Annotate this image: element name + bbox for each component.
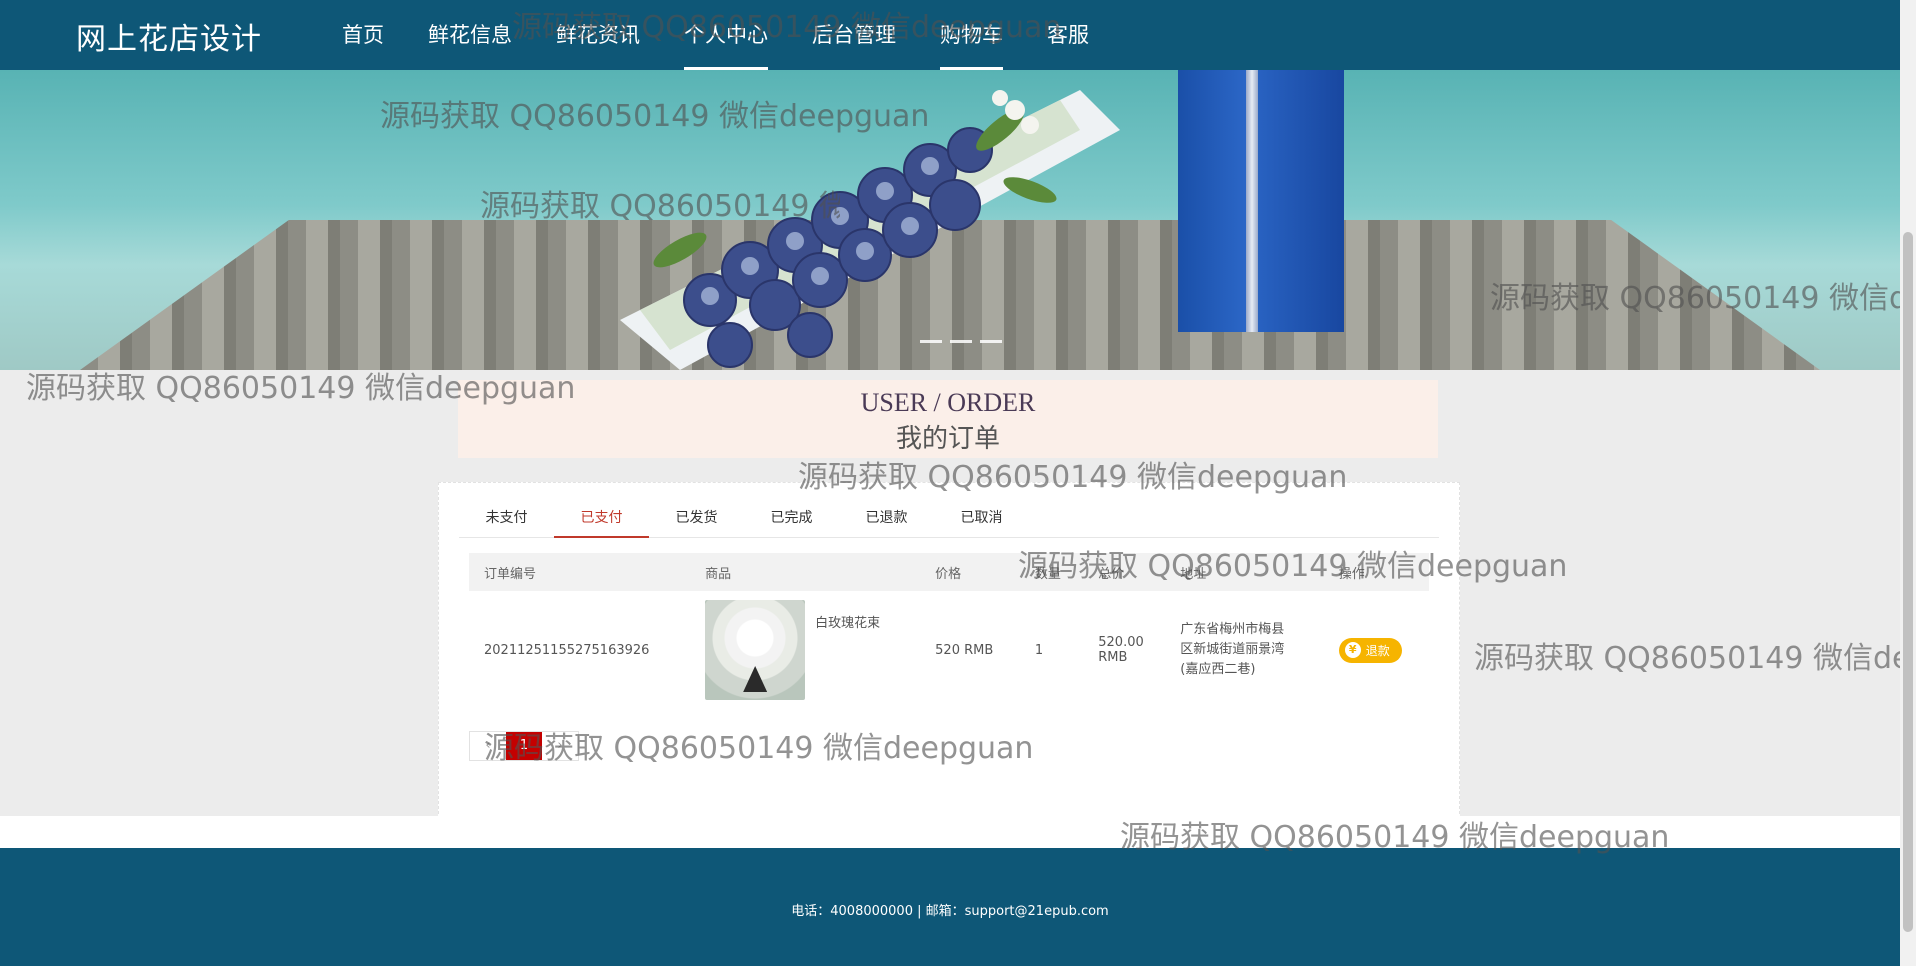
site-brand[interactable]: 网上花店设计 [76,14,262,58]
nav-user-center[interactable]: 个人中心 [662,0,790,70]
order-total-text: 520.00 RMB [1098,635,1144,665]
tab-completed[interactable]: 已完成 [744,505,839,537]
footer-contact-info: 电话：4008000000 | 邮箱：support@21epub.com [791,904,1109,919]
top-navbar: 网上花店设计 首页 鲜花信息 鲜花资讯 个人中心 后台管理 购物车 客服 [0,0,1900,70]
nav-home[interactable]: 首页 [320,0,406,70]
coin-icon: ¥ [1344,642,1361,658]
refund-button[interactable]: ¥ 退款 [1338,637,1402,663]
order-number: 20211251155275163926 [484,642,650,658]
order-total: 520.00 RMB [1083,591,1165,709]
prev-page-button[interactable]: ‹ [470,732,506,760]
goods-name[interactable]: 白玫瑰花束 [815,612,880,631]
col-price: 价格 [920,553,1020,591]
tab-paid[interactable]: 已支付 [554,505,649,538]
goods-thumbnail[interactable] [705,600,806,700]
tab-refunded[interactable]: 已退款 [839,505,934,537]
nav-service[interactable]: 客服 [1025,0,1111,70]
order-address-cell: 广东省梅州市梅县区新城街道丽景湾(嘉应西二巷) [1165,591,1323,709]
nav-admin[interactable]: 后台管理 [790,0,918,70]
order-quantity: 1 [1034,642,1044,658]
order-status-tabs: 未支付 已支付 已发货 已完成 已退款 已取消 [459,505,1439,538]
tab-shipped[interactable]: 已发货 [649,505,744,537]
order-action-cell: ¥ 退款 [1324,591,1429,709]
bouquet-image [620,90,1120,370]
col-order-no: 订单编号 [469,553,691,591]
footer: 电话：4008000000 | 邮箱：support@21epub.com [0,848,1900,966]
scrollbar-thumb[interactable] [1903,232,1913,932]
table-row: 20211251155275163926 白玫瑰花束 520 RMB 1 520… [469,591,1429,709]
tab-cancelled[interactable]: 已取消 [934,505,1029,537]
goods-cell: 白玫瑰花束 [690,591,920,709]
col-action: 操作 [1323,553,1429,591]
col-address: 地址 [1165,553,1324,591]
carousel-dot[interactable] [950,340,972,343]
section-title-cn: 我的订单 [895,424,1000,454]
gift-box-image [1178,70,1344,332]
order-address: 广东省梅州市梅县区新城街道丽景湾(嘉应西二巷) [1180,622,1285,677]
nav-flower-info[interactable]: 鲜花信息 [406,0,534,70]
nav-cart[interactable]: 购物车 [918,0,1025,70]
banner-carousel[interactable] [0,70,1900,370]
watermark: 源码获取 QQ86050149 微信deepguan [1474,641,1900,676]
carousel-dot[interactable] [920,340,942,343]
tab-unpaid[interactable]: 未支付 [459,505,554,537]
table-header-row: 订单编号 商品 价格 数量 总价 地址 操作 [469,553,1429,591]
section-title-en: USER / ORDER [860,388,1036,417]
content-bottom-strip [0,816,1900,848]
carousel-indicators [920,340,1002,343]
pagination: ‹ 1 › [469,731,579,761]
section-title-box: USER / ORDER 我的订单 [458,380,1438,458]
col-quantity: 数量 [1019,553,1084,591]
page-scrollbar[interactable] [1900,0,1916,966]
next-page-button[interactable]: › [542,732,578,760]
page-button-current[interactable]: 1 [506,732,542,760]
order-table: 订单编号 商品 价格 数量 总价 地址 操作 20211251155275163… [469,553,1429,709]
nav-flower-news[interactable]: 鲜花资讯 [534,0,662,70]
main-nav: 首页 鲜花信息 鲜花资讯 个人中心 后台管理 购物车 客服 [320,0,1111,70]
col-goods: 商品 [690,553,921,591]
refund-label: 退款 [1365,643,1390,658]
col-total: 总价 [1083,553,1166,591]
carousel-dot[interactable] [980,340,1002,343]
order-panel: 未支付 已支付 已发货 已完成 已退款 已取消 订单编号 商品 价格 数量 总价… [438,482,1460,819]
order-price: 520 RMB [935,642,994,658]
